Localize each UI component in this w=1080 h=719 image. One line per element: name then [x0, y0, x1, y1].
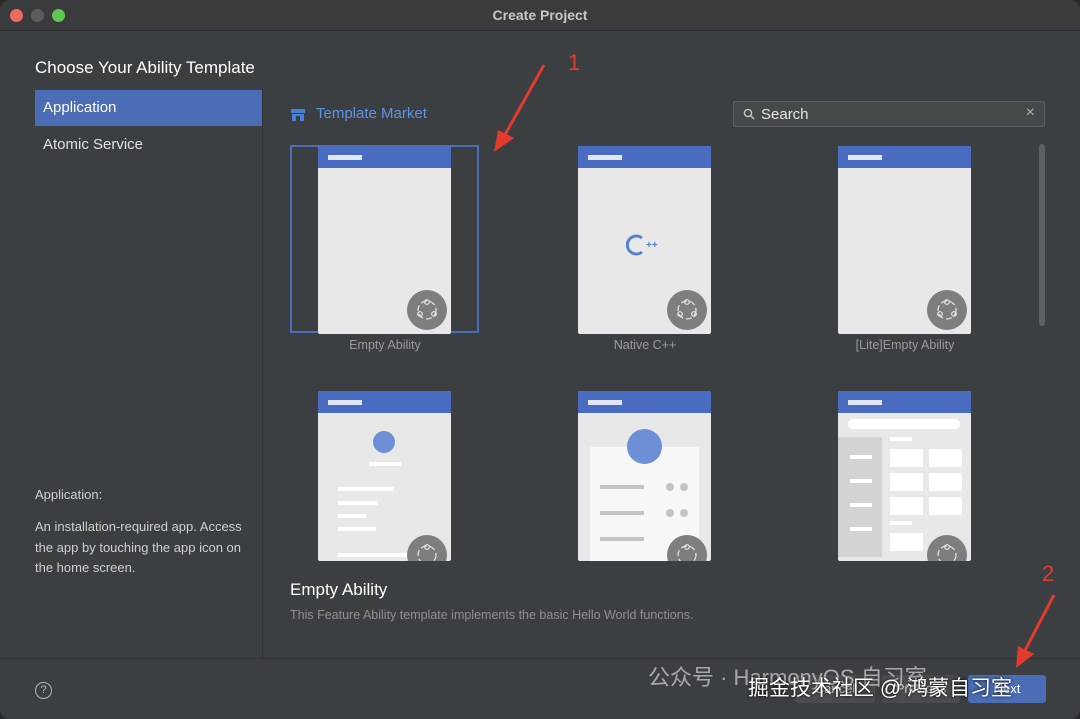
list-line-placeholder [338, 527, 376, 531]
svg-text:++: ++ [646, 240, 658, 251]
list-line-placeholder [338, 501, 378, 505]
profile-line-placeholder [600, 537, 644, 541]
page-heading: Choose Your Ability Template [35, 58, 255, 77]
template-label: Native C++ [613, 338, 677, 352]
grid-tile [929, 473, 962, 491]
harmony-badge-icon [407, 290, 447, 330]
profile-line-placeholder [600, 511, 644, 515]
template-label: Empty Ability [349, 338, 421, 352]
sidebar-description: An installation-required app. Access the… [35, 519, 242, 575]
window-title: Create Project [492, 7, 588, 23]
annotation-arrow-1 [494, 64, 546, 152]
annotation-number-2: 2 [1042, 561, 1055, 586]
template-card-lite-empty-ability[interactable] [838, 146, 971, 334]
template-market-link[interactable]: Template Market [316, 105, 427, 122]
card-header-bar [848, 400, 882, 405]
sidebar-item-atomic-service[interactable]: Atomic Service [35, 127, 262, 163]
grid-tile [890, 497, 923, 515]
template-scrollbar[interactable] [1039, 144, 1045, 326]
card-header [838, 391, 971, 413]
selected-template-title: Empty Ability [290, 580, 388, 599]
dot-icon [666, 483, 674, 491]
card-header [578, 146, 711, 168]
profile-line-placeholder [600, 485, 644, 489]
nav-line-placeholder [850, 455, 872, 459]
name-placeholder [369, 462, 401, 466]
clear-search-icon[interactable]: × [1026, 104, 1035, 122]
harmony-badge-icon [927, 290, 967, 330]
title-bar: Create Project [0, 0, 1080, 31]
card-header [318, 391, 451, 413]
card-header-bar [588, 400, 622, 405]
grid-tile [929, 449, 962, 467]
template-card-grid[interactable] [838, 391, 971, 561]
grid-tile [890, 473, 923, 491]
grid-title-placeholder [890, 521, 912, 525]
dot-icon [680, 509, 688, 517]
harmony-badge-icon [927, 535, 967, 561]
sidebar-item-application[interactable]: Application [35, 90, 262, 126]
dot-icon [666, 509, 674, 517]
harmony-badge-icon [667, 535, 707, 561]
store-icon [291, 109, 305, 121]
template-card-list[interactable] [318, 391, 451, 561]
card-header [578, 391, 711, 413]
grid-tile [929, 497, 962, 515]
nav-line-placeholder [850, 527, 872, 531]
nav-line-placeholder [850, 503, 872, 507]
cpp-logo-icon: ++ [626, 234, 658, 256]
avatar-placeholder-icon [373, 431, 395, 453]
list-line-placeholder [338, 487, 394, 491]
search-icon [743, 108, 755, 120]
help-icon[interactable]: ? [35, 682, 52, 699]
sidebar-description-title: Application: [35, 487, 103, 502]
search-input-value: Search [761, 106, 809, 123]
template-card-profile[interactable] [578, 391, 711, 561]
card-header-bar [328, 155, 362, 160]
template-label: [Lite]Empty Ability [855, 338, 955, 352]
annotation-number-1: 1 [568, 50, 581, 75]
create-project-window: Create Project Choose Your Ability Templ… [0, 0, 1080, 719]
card-header [838, 146, 971, 168]
list-line-placeholder [338, 553, 408, 557]
harmony-badge-icon [407, 535, 447, 561]
grid-tile [890, 533, 923, 551]
list-line-placeholder [338, 514, 366, 518]
watermark-line-2: 掘金技术社区 @ 鸿蒙自习室 [748, 677, 1012, 700]
profile-avatar-icon [627, 429, 662, 464]
card-header-bar [588, 155, 622, 160]
grid-title-placeholder [890, 437, 912, 441]
search-input[interactable]: Search × [733, 101, 1045, 127]
nav-line-placeholder [850, 479, 872, 483]
template-card-native-cpp[interactable]: ++ [578, 146, 711, 334]
search-bar-placeholder [848, 419, 960, 429]
card-header-bar [328, 400, 362, 405]
annotation-arrow-2 [1016, 594, 1056, 668]
card-header [318, 146, 451, 168]
card-header-bar [848, 155, 882, 160]
template-card-empty-ability[interactable] [318, 146, 451, 334]
grid-tile [890, 449, 923, 467]
harmony-badge-icon [667, 290, 707, 330]
selected-template-description: This Feature Ability template implements… [290, 608, 694, 622]
dot-icon [680, 483, 688, 491]
